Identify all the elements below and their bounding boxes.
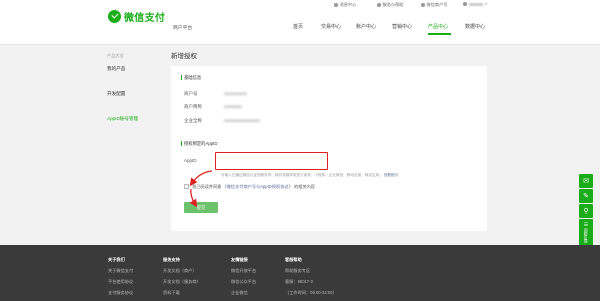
footer-link[interactable]: 资料下载: [163, 290, 201, 296]
footer-link[interactable]: 支付服务协议: [108, 290, 133, 296]
footer-link[interactable]: 关于微信支付: [108, 268, 133, 274]
footer: 关于我们 关于微信支付 平台使用协议 支付服务协议 服务支持 开发文档（商户） …: [0, 245, 600, 301]
footer-link[interactable]: 微信开放平台: [231, 268, 256, 274]
footer-heading: 服务支持: [163, 257, 180, 262]
footer-link[interactable]: 帮助服务专区: [285, 268, 337, 274]
link-icon[interactable]: ⚲: [579, 204, 593, 218]
footer-text: 客服：95017-2: [285, 279, 313, 284]
footer-link[interactable]: 开发文档（商户）: [163, 268, 201, 274]
footer-text: （工作时间：09:00-22:00）: [285, 290, 337, 295]
footer-col-support: 服务支持 开发文档（商户） 开发文档（服务商） 资料下载: [163, 257, 201, 301]
footer-link[interactable]: 企业微信: [231, 290, 256, 296]
footer-col-help: 客服帮助 帮助服务专区 客服：95017-2 （工作时间：09:00-22:00…: [285, 257, 337, 301]
edit-icon[interactable]: ✎: [579, 189, 593, 203]
chat-icon[interactable]: ✉: [579, 174, 593, 188]
footer-link[interactable]: 微信公众平台: [231, 279, 256, 285]
footer-heading: 关于我们: [108, 257, 125, 262]
footer-col-about: 关于我们 关于微信支付 平台使用协议 支付服务协议: [108, 257, 133, 301]
feedback-label: 问题反馈: [584, 227, 589, 243]
arrow-to-checkbox: [189, 170, 213, 187]
arrow-to-submit: [189, 188, 198, 208]
feedback-button[interactable]: ☰ 问题反馈: [579, 219, 593, 247]
footer-heading: 客服帮助: [285, 257, 302, 262]
footer-col-links: 友情链接 微信开放平台 微信公众平台 企业微信: [231, 257, 256, 301]
footer-link[interactable]: 平台使用协议: [108, 279, 133, 285]
footer-link[interactable]: 开发文档（服务商）: [163, 279, 201, 285]
footer-heading: 友情链接: [231, 257, 248, 262]
floating-toolbar: ✉ ✎ ⚲ ☰ 问题反馈: [579, 174, 593, 248]
